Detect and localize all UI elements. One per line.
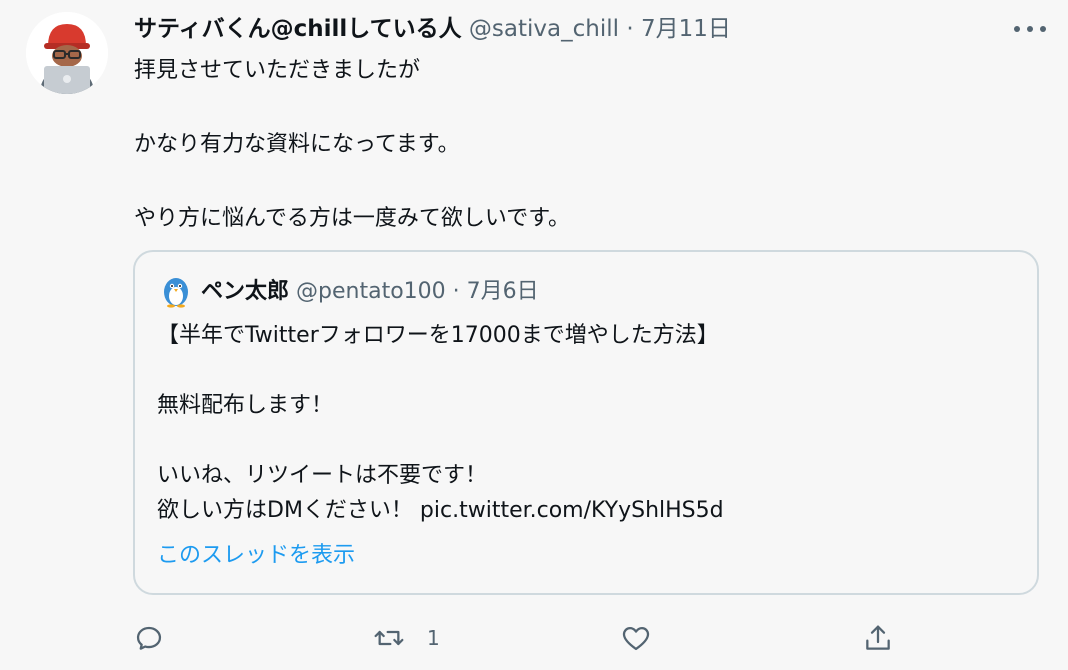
tweet-actions: 1 (0, 615, 1068, 661)
reply-icon (136, 626, 162, 650)
more-dot (1027, 26, 1033, 32)
more-dot (1014, 26, 1020, 32)
quoted-author-avatar[interactable] (159, 274, 193, 308)
share-button[interactable] (862, 615, 894, 661)
retweet-count: 1 (427, 626, 440, 650)
quoted-author-handle[interactable]: @pentato100 (296, 279, 446, 304)
author-handle[interactable]: @sativa_chill (469, 16, 619, 42)
author-display-name[interactable]: サティバくん@chillしている人 (134, 16, 462, 42)
quoted-tweet-header: ペン太郎 @pentato100 · 7月6日 (201, 276, 539, 308)
more-options-icon[interactable] (1014, 18, 1046, 40)
quoted-author-display-name[interactable]: ペン太郎 (201, 279, 289, 304)
quoted-tweet-text: 【半年でTwitterフォロワーを17000まで増やした方法】 無料配布します！… (157, 323, 724, 523)
header-separator: · (626, 16, 634, 42)
reply-button[interactable] (133, 615, 165, 661)
author-avatar[interactable] (26, 12, 108, 94)
retweet-icon (374, 630, 404, 646)
quoted-tweet[interactable]: ペン太郎 @pentato100 · 7月6日 【半年でTwitterフォロワー… (133, 250, 1039, 595)
quoted-tweet-date[interactable]: 7月6日 (467, 279, 539, 304)
more-dot (1040, 26, 1046, 32)
retweet-button[interactable]: 1 (373, 615, 440, 661)
share-icon (866, 625, 890, 650)
tweet-header: サティバくん@chillしている人 @sativa_chill · 7月11日 (134, 12, 988, 46)
tweet: サティバくん@chillしている人 @sativa_chill · 7月11日 … (0, 0, 1068, 670)
tweet-text: 拝見させていただきましたが かなり有力な資料になってます。 やり方に悩んでる方は… (134, 58, 571, 231)
penguin-icon (164, 278, 188, 308)
avatar-emoji-icon (26, 12, 108, 94)
tweet-date[interactable]: 7月11日 (641, 16, 731, 42)
like-button[interactable] (620, 615, 652, 661)
show-thread-link[interactable]: このスレッドを表示 (157, 540, 355, 572)
quoted-header-separator: · (452, 279, 460, 304)
heart-icon (622, 627, 650, 651)
